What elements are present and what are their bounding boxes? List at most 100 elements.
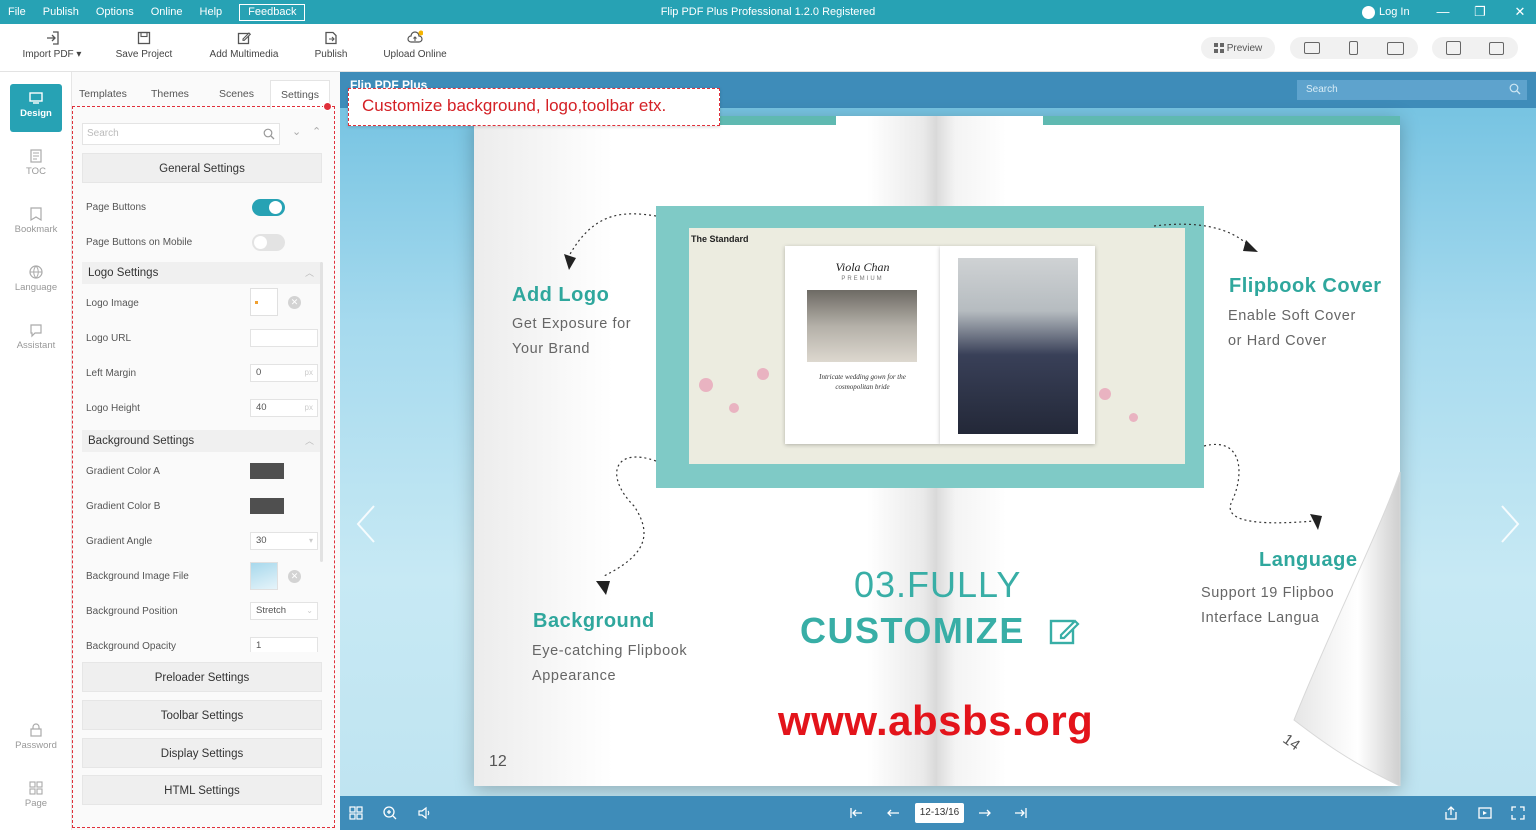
view-mode-switcher [1432, 37, 1518, 59]
main-toolbar: Import PDF ▾ Save Project Add Multimedia… [0, 24, 1536, 72]
tab-scenes[interactable]: Scenes [219, 80, 254, 108]
background-settings-header[interactable]: Background Settings ︿ [82, 430, 322, 452]
gradient-a-swatch[interactable] [250, 463, 284, 479]
search-icon[interactable] [263, 128, 275, 140]
logo-height-input[interactable]: 40 px [250, 399, 318, 417]
minimize-button[interactable]: — [1431, 0, 1455, 24]
collapse-all-icon[interactable]: ⌃ [312, 125, 324, 139]
fullscreen-icon[interactable] [1510, 805, 1526, 821]
bg-opacity-input[interactable]: 1 [250, 637, 318, 652]
more-options-icon[interactable] [1477, 805, 1493, 821]
logo-url-input[interactable] [250, 329, 318, 347]
add-multimedia-button[interactable]: Add Multimedia [203, 30, 285, 68]
rail-page-label: Page [24, 798, 48, 809]
phone-icon[interactable] [1348, 41, 1358, 55]
page-number-input[interactable]: 12-13/16 [915, 803, 964, 823]
panel-scrollbar[interactable] [320, 262, 323, 562]
remove-bg-image-icon[interactable]: ✕ [288, 570, 301, 583]
general-settings-button[interactable]: General Settings [82, 153, 322, 183]
preloader-settings-button[interactable]: Preloader Settings [82, 662, 322, 692]
page-curl[interactable] [1290, 470, 1402, 786]
rail-bookmark[interactable]: Bookmark [10, 200, 62, 248]
import-pdf-button[interactable]: Import PDF ▾ [18, 30, 86, 68]
gradient-a-label: Gradient Color A [86, 466, 160, 477]
preview-button[interactable]: Preview [1201, 37, 1275, 59]
zoom-in-icon[interactable] [382, 805, 398, 821]
callout-tooltip: Customize background, logo,toolbar etx. [348, 88, 720, 126]
page-buttons-toggle[interactable] [252, 199, 285, 216]
device-switcher [1290, 37, 1418, 59]
rail-assistant[interactable]: Assistant [10, 316, 62, 364]
toggle-knob [254, 236, 267, 249]
prev-page-arrow-icon[interactable] [354, 504, 378, 544]
share-icon[interactable] [1443, 805, 1459, 821]
tab-templates[interactable]: Templates [79, 80, 127, 108]
flower-decoration [1099, 388, 1111, 400]
thumbnails-icon[interactable] [348, 805, 364, 821]
flipbook-spread[interactable]: The Standard Viola Chan PREMIUM Intricat… [474, 116, 1400, 786]
remove-logo-icon[interactable]: ✕ [288, 296, 301, 309]
save-project-button[interactable]: Save Project [112, 30, 176, 68]
double-page-icon[interactable] [1446, 41, 1461, 55]
logo-settings-title: Logo Settings [88, 267, 159, 279]
inner-right-page [940, 246, 1095, 444]
tab-themes[interactable]: Themes [151, 80, 189, 108]
tablet-icon[interactable] [1386, 41, 1404, 55]
menu-options[interactable]: Options [96, 6, 134, 18]
next-page-arrow-icon[interactable] [1498, 504, 1522, 544]
rail-password[interactable]: Password [10, 716, 62, 764]
toggle-knob [269, 201, 282, 214]
tab-settings[interactable]: Settings [270, 80, 330, 109]
feature-background-line2: Appearance [532, 668, 617, 684]
left-margin-input[interactable]: 0 px [250, 364, 318, 382]
left-margin-value: 0 [256, 367, 262, 378]
inner-preview-frame: The Standard Viola Chan PREMIUM Intricat… [656, 206, 1204, 488]
next-page-icon[interactable] [977, 805, 993, 821]
upload-online-button[interactable]: Upload Online [378, 30, 452, 68]
watermark-text: www.absbs.org [778, 697, 1094, 744]
single-page-icon[interactable] [1489, 41, 1504, 55]
settings-search-input[interactable]: Search [82, 123, 280, 145]
publish-icon [323, 30, 339, 46]
menu-help[interactable]: Help [200, 6, 223, 18]
flower-decoration [1129, 413, 1138, 422]
spinner-arrow[interactable]: ▾ [309, 533, 313, 549]
menu-file[interactable]: File [8, 6, 26, 18]
rail-toc[interactable]: TOC [10, 142, 62, 190]
rail-language[interactable]: Language [10, 258, 62, 306]
logo-image-label: Logo Image [86, 298, 139, 309]
publish-button[interactable]: Publish [310, 30, 352, 68]
rail-page[interactable]: Page [10, 774, 62, 822]
logo-image-thumbnail[interactable] [250, 288, 278, 316]
chevron-down-icon: ⌄ [306, 606, 313, 615]
page-buttons-mobile-toggle[interactable] [252, 234, 285, 251]
bg-image-thumbnail[interactable] [250, 562, 278, 590]
viewer-search-input[interactable]: Search [1297, 80, 1527, 100]
gradient-b-swatch[interactable] [250, 498, 284, 514]
display-settings-button[interactable]: Display Settings [82, 738, 322, 768]
rail-design[interactable]: Design [10, 84, 62, 132]
logo-settings-header[interactable]: Logo Settings ︿ [82, 262, 322, 284]
expand-all-icon[interactable]: ⌄ [292, 125, 304, 139]
gradient-angle-input[interactable]: 30 ▾ [250, 532, 318, 550]
login-button[interactable]: Log In [1362, 0, 1410, 24]
last-page-icon[interactable] [1013, 805, 1029, 821]
previous-page-icon[interactable] [885, 805, 901, 821]
feature-add-logo-title: Add Logo [512, 284, 610, 306]
feature-add-logo-line1: Get Exposure for [512, 316, 632, 332]
big-heading-line2: CUSTOMIZE [800, 610, 1025, 651]
maximize-button[interactable]: ❐ [1468, 0, 1492, 24]
bg-position-select[interactable]: Stretch ⌄ [250, 602, 318, 620]
toolbar-settings-button[interactable]: Toolbar Settings [82, 700, 322, 730]
feedback-button[interactable]: Feedback [239, 3, 306, 21]
feature-cover-line1: Enable Soft Cover [1228, 308, 1356, 324]
html-settings-button[interactable]: HTML Settings [82, 775, 322, 805]
menu-online[interactable]: Online [151, 6, 183, 18]
first-page-icon[interactable] [848, 805, 864, 821]
desktop-icon[interactable] [1304, 42, 1321, 54]
rail-toc-label: TOC [26, 166, 46, 177]
menu-publish[interactable]: Publish [43, 6, 79, 18]
right-page-teal-band [1043, 116, 1400, 125]
close-button[interactable]: ✕ [1508, 0, 1532, 24]
sound-icon[interactable] [416, 805, 432, 821]
